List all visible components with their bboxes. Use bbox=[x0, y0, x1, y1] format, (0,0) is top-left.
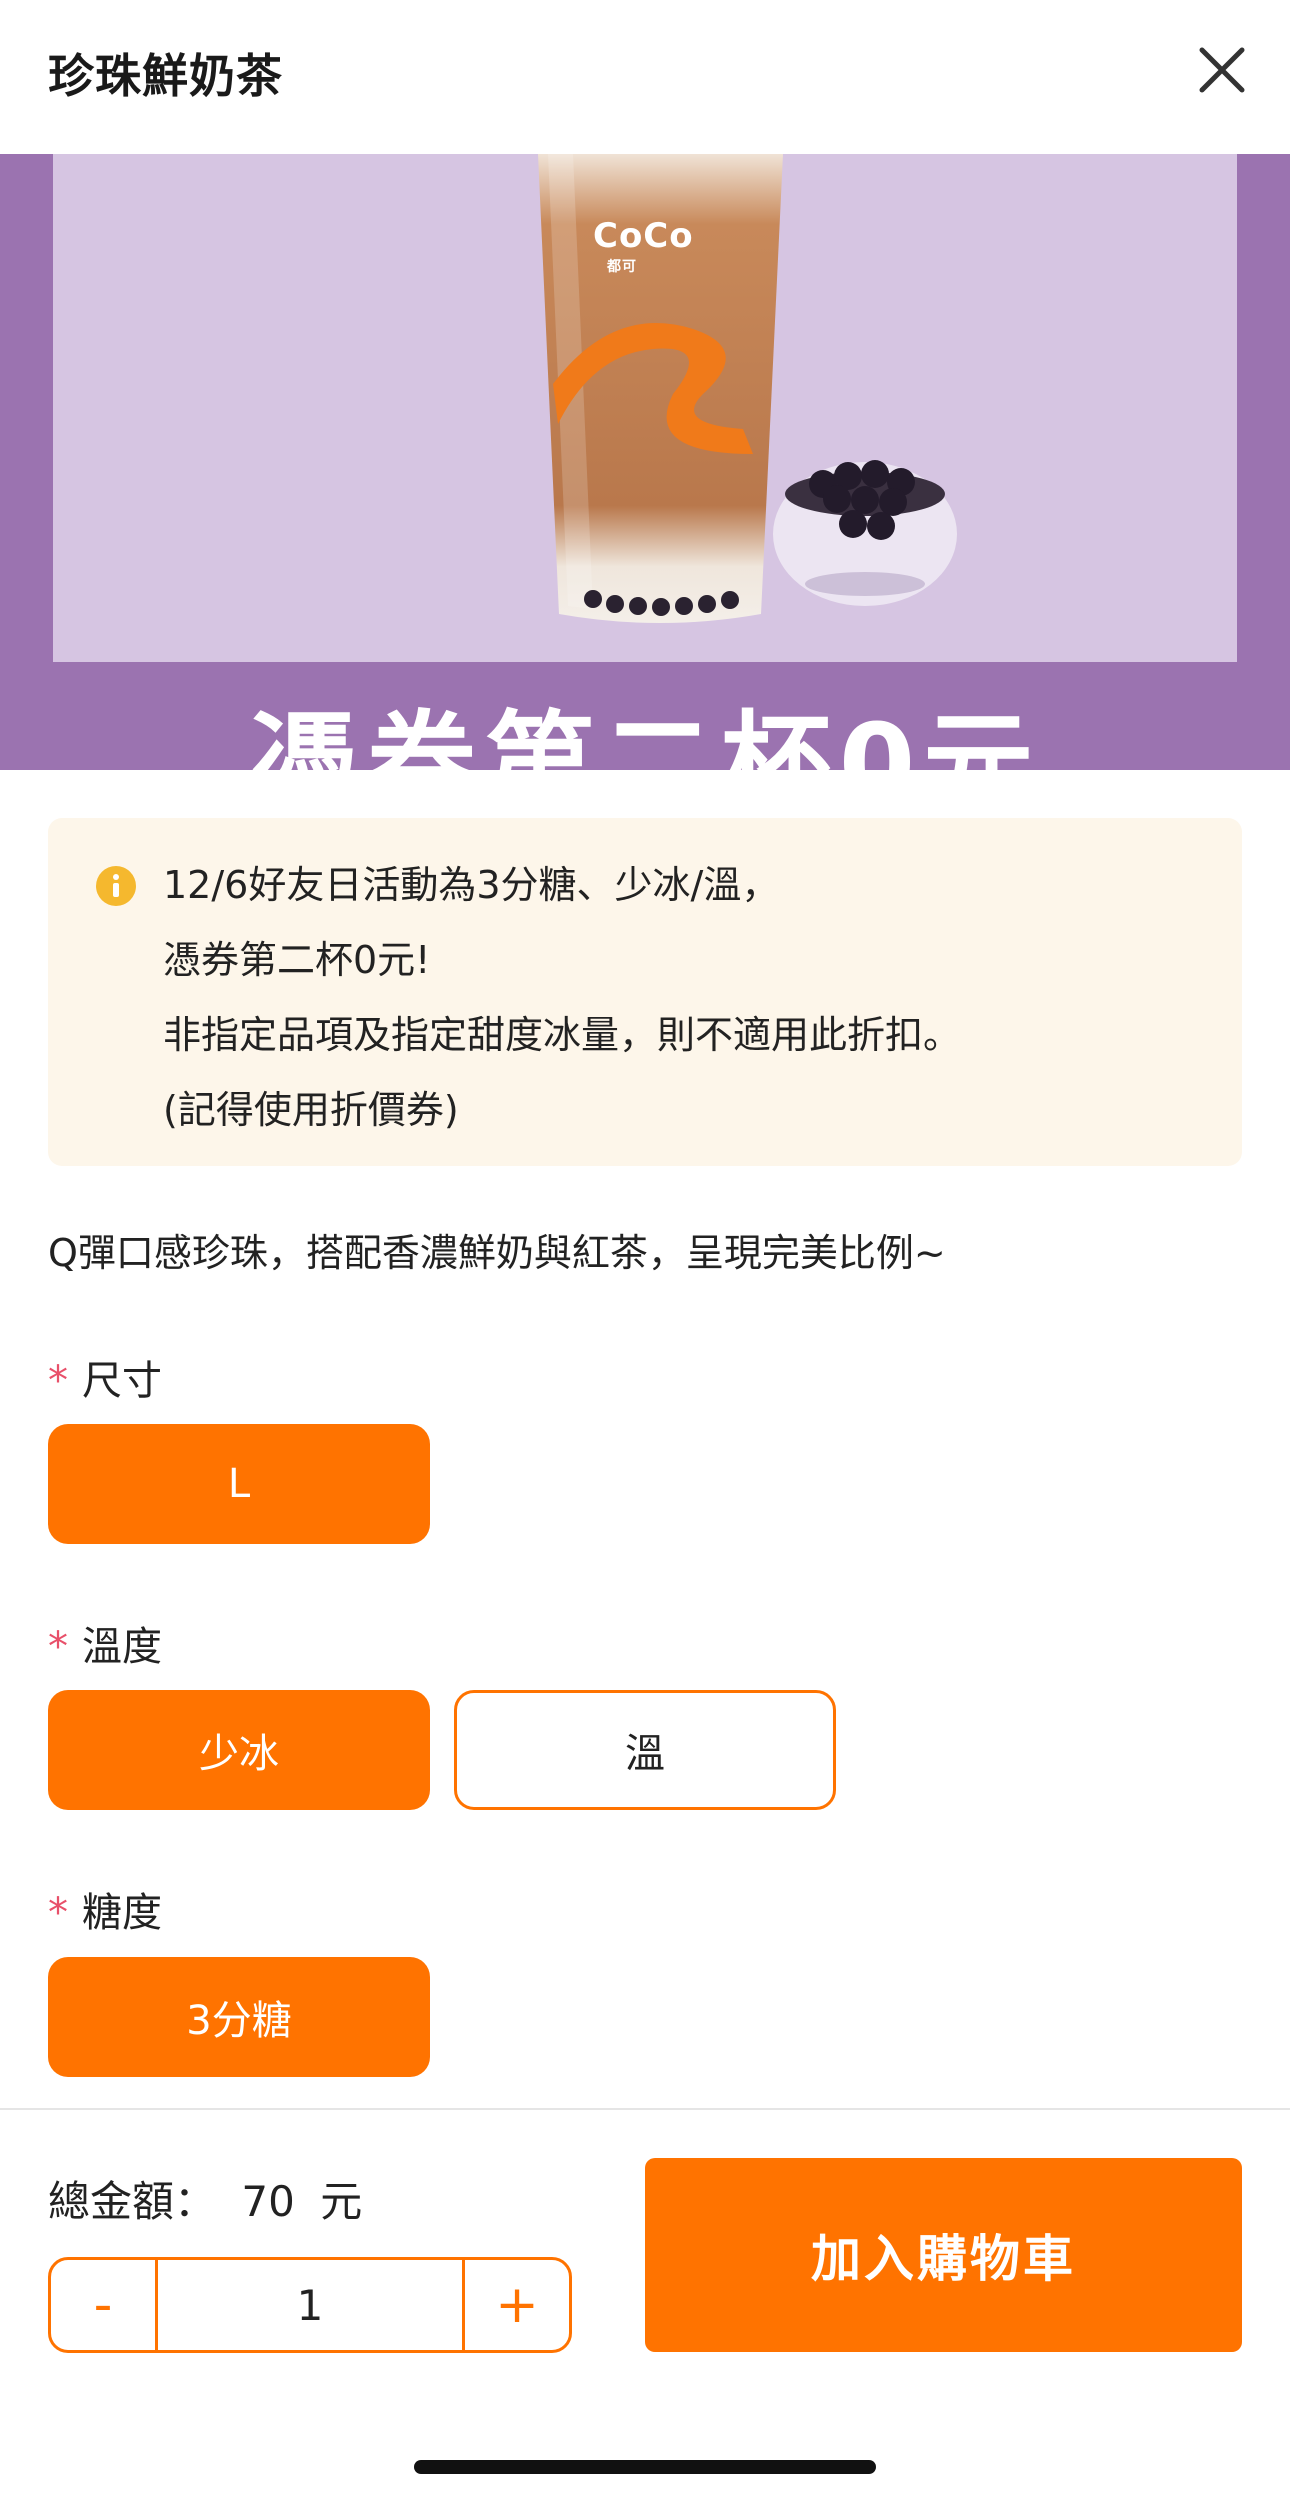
info-icon bbox=[96, 866, 136, 906]
notice-line: 非指定品項及指定甜度冰量，則不適用此折扣。 bbox=[163, 1013, 962, 1057]
product-banner: CoCo 都可 憑券第二杯0元 bbox=[0, 154, 1290, 770]
notice-line: 12/6好友日活動為3分糖、少冰/溫， bbox=[163, 863, 780, 907]
decrease-quantity-button[interactable]: - bbox=[51, 2260, 158, 2350]
temperature-option-less-ice[interactable]: 少冰 bbox=[48, 1690, 430, 1810]
total-price-amount: 70 bbox=[241, 2177, 295, 2226]
total-price: 總金額： 70 元 bbox=[48, 2168, 362, 2229]
sugar-label: 糖度 bbox=[82, 1890, 162, 1936]
close-icon bbox=[1199, 47, 1245, 93]
required-asterisk-icon: * bbox=[48, 1890, 68, 1936]
total-price-label: 總金額： bbox=[48, 2177, 217, 2226]
required-asterisk-icon: * bbox=[48, 1358, 68, 1404]
quantity-stepper: - 1 + bbox=[48, 2257, 572, 2353]
temperature-section-label: * 溫度 bbox=[48, 1614, 162, 1672]
promo-notice: 12/6好友日活動為3分糖、少冰/溫， 憑券第二杯0元! 非指定品項及指定甜度冰… bbox=[48, 818, 1242, 1166]
notice-line: (記得使用折價券) bbox=[163, 1088, 459, 1132]
page-title: 珍珠鮮奶茶 bbox=[48, 49, 283, 103]
promo-banner-text: 憑券第二杯0元 bbox=[248, 700, 1042, 770]
footer-divider bbox=[0, 2108, 1290, 2110]
add-to-cart-button[interactable]: 加入購物車 bbox=[645, 2158, 1242, 2352]
temperature-option-warm[interactable]: 溫 bbox=[454, 1690, 836, 1810]
notice-text: 12/6好友日活動為3分糖、少冰/溫， 憑券第二杯0元! 非指定品項及指定甜度冰… bbox=[163, 848, 961, 1148]
banner-image-area: CoCo 都可 bbox=[53, 154, 1237, 662]
size-label: 尺寸 bbox=[82, 1358, 162, 1404]
increase-quantity-button[interactable]: + bbox=[462, 2260, 569, 2350]
home-indicator[interactable] bbox=[414, 2460, 876, 2474]
sugar-section-label: * 糖度 bbox=[48, 1880, 162, 1938]
total-price-currency: 元 bbox=[320, 2177, 363, 2226]
size-option-l[interactable]: L bbox=[48, 1424, 430, 1544]
brand-logo: CoCo 都可 bbox=[593, 216, 694, 276]
required-asterisk-icon: * bbox=[48, 1624, 68, 1670]
brand-logo-subtext: 都可 bbox=[607, 259, 637, 275]
close-button[interactable] bbox=[1188, 36, 1256, 104]
header: 珍珠鮮奶茶 bbox=[0, 0, 1290, 154]
size-section-label: * 尺寸 bbox=[48, 1348, 162, 1406]
temperature-label: 溫度 bbox=[82, 1624, 162, 1670]
product-description: Q彈口感珍珠，搭配香濃鮮奶與紅茶，呈現完美比例~ bbox=[48, 1231, 946, 1275]
quantity-value[interactable]: 1 bbox=[158, 2260, 462, 2350]
notice-line: 憑券第二杯0元! bbox=[163, 938, 431, 982]
sugar-option-30[interactable]: 3分糖 bbox=[48, 1957, 430, 2077]
brand-logo-text: CoCo bbox=[593, 216, 694, 256]
